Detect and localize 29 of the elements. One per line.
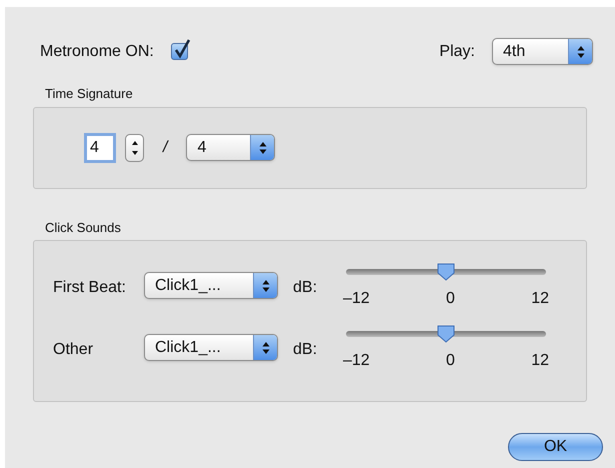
up-down-arrows-icon bbox=[576, 44, 584, 58]
group-title: Time Signature bbox=[44, 85, 134, 103]
sound-label: Other bbox=[52, 340, 94, 360]
slider-thumb[interactable] bbox=[436, 263, 456, 281]
group-title: Click Sounds bbox=[44, 218, 122, 236]
db-label: dB: bbox=[293, 278, 318, 298]
sound-label: First Beat: bbox=[52, 278, 127, 298]
slider-thumb[interactable] bbox=[436, 325, 456, 343]
up-down-arrows-icon bbox=[262, 340, 270, 354]
stepper[interactable] bbox=[125, 134, 144, 162]
up-down-arrows-icon bbox=[262, 278, 270, 292]
ok-button[interactable]: OK bbox=[508, 433, 603, 461]
sound-popup[interactable]: Click1_... bbox=[144, 334, 278, 361]
up-down-arrows-icon bbox=[258, 140, 267, 154]
tick-label: –12 bbox=[343, 351, 370, 371]
sound-popup[interactable]: Click1_... bbox=[144, 272, 278, 299]
db-label: dB: bbox=[293, 340, 318, 360]
up-down-arrows-icon bbox=[130, 138, 138, 156]
play-label: Play: bbox=[439, 42, 475, 62]
beats-field[interactable]: 4 bbox=[84, 132, 116, 162]
tick-label: 12 bbox=[531, 351, 549, 371]
tick-label: 12 bbox=[531, 289, 549, 309]
tick-label: 0 bbox=[446, 289, 455, 309]
slash-label: / bbox=[163, 138, 168, 158]
tick-label: –12 bbox=[343, 289, 370, 309]
play-popup[interactable]: 4th bbox=[492, 38, 593, 65]
unit-popup[interactable]: 4 bbox=[186, 134, 276, 161]
metronome-label: Metronome ON: bbox=[40, 42, 154, 62]
tick-label: 0 bbox=[446, 351, 455, 371]
